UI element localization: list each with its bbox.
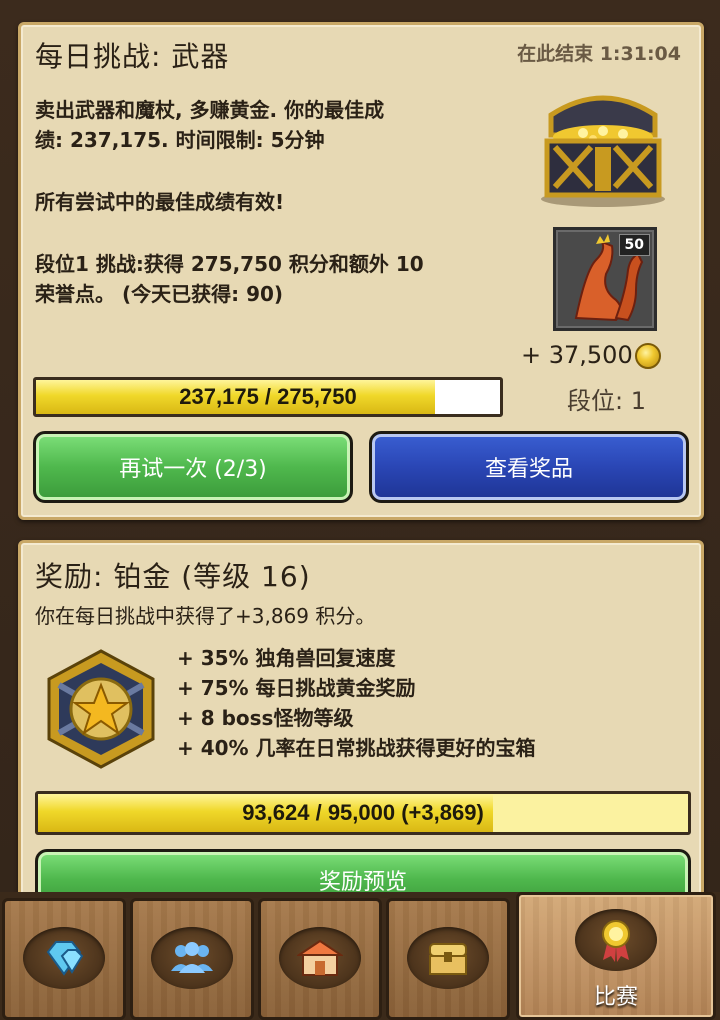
challenge-panel: 每日挑战: 武器 在此结束 1:31:04 卖出武器和魔杖, 多赚黄金. 你的最… bbox=[18, 22, 704, 520]
nav-tab-tournament[interactable]: 比赛 bbox=[516, 892, 716, 1020]
nav-tab-shop[interactable] bbox=[258, 898, 382, 1020]
shop-icon bbox=[297, 939, 343, 976]
treasure-chest-icon bbox=[541, 95, 665, 207]
bonus-item: + 35% 独角兽回复速度 bbox=[177, 646, 396, 670]
bonus-item: + 8 boss怪物等级 bbox=[177, 706, 354, 730]
nav-tab-gems[interactable] bbox=[2, 898, 126, 1020]
tier-line-1: 段位1 挑战:获得 275,750 积分和额外 10 bbox=[35, 252, 424, 276]
reward-progress-main: 93,624 / 95,000 bbox=[242, 800, 396, 825]
reward-progress-delta: (+3,869) bbox=[401, 800, 484, 825]
tier-challenge-text: 段位1 挑战:获得 275,750 积分和额外 10 荣誉点。 (今天已获得: … bbox=[35, 249, 424, 309]
description-line-2: 绩: 237,175. 时间限制: 5分钟 bbox=[35, 128, 325, 152]
platinum-star-medal-icon bbox=[47, 649, 155, 769]
gold-reward-amount: + 37,500 bbox=[521, 341, 633, 369]
challenge-progress-text: 237,175 / 275,750 bbox=[179, 384, 357, 409]
reward-progress-bar: 93,624 / 95,000 (+3,869) bbox=[35, 791, 691, 835]
gem-icon bbox=[46, 941, 84, 976]
nav-disc bbox=[151, 927, 233, 989]
reward-badge: 50 bbox=[618, 234, 650, 256]
challenge-timer: 在此结束 1:31:04 bbox=[517, 43, 681, 65]
bonus-item: + 75% 每日挑战黄金奖励 bbox=[177, 676, 416, 700]
nav-disc bbox=[279, 927, 361, 989]
nav-tab-label: 比赛 bbox=[593, 985, 638, 1010]
reward-panel: 奖励: 铂金 (等级 16) 你在每日挑战中获得了+3,869 积分。 + 35… bbox=[18, 540, 704, 909]
chest-icon bbox=[429, 943, 467, 975]
tier-label: 段位: 1 bbox=[567, 387, 646, 415]
reward-title: 奖励: 铂金 (等级 16) bbox=[35, 560, 311, 593]
medal-icon bbox=[602, 920, 630, 962]
gold-coin-icon bbox=[634, 343, 661, 369]
nav-disc bbox=[23, 927, 105, 989]
people-icon bbox=[171, 942, 213, 973]
retry-button[interactable]: 再试一次 (2/3) bbox=[33, 431, 353, 503]
challenge-description: 卖出武器和魔杖, 多赚黄金. 你的最佳成 绩: 237,175. 时间限制: 5… bbox=[35, 95, 384, 155]
bonus-list: + 35% 独角兽回复速度 + 75% 每日挑战黄金奖励 + 8 boss怪物等… bbox=[177, 643, 536, 763]
best-note: 所有尝试中的最佳成绩有效! bbox=[35, 190, 285, 214]
view-prizes-label: 查看奖品 bbox=[484, 457, 573, 482]
bonus-item: + 40% 几率在日常挑战获得更好的宝箱 bbox=[177, 736, 536, 760]
gold-reward: + 37,500 bbox=[521, 341, 661, 369]
description-line-1: 卖出武器和魔杖, 多赚黄金. 你的最佳成 bbox=[35, 98, 385, 122]
nav-disc bbox=[575, 909, 657, 971]
retry-label: 再试一次 (2/3) bbox=[119, 457, 267, 482]
challenge-progress-bar: 237,175 / 275,750 bbox=[33, 377, 503, 417]
earned-points-text: 你在每日挑战中获得了+3,869 积分。 bbox=[35, 604, 376, 628]
nav-disc bbox=[407, 927, 489, 989]
reward-progress-text: 93,624 / 95,000 (+3,869) bbox=[38, 794, 688, 832]
bottom-nav: 比赛 bbox=[0, 892, 720, 1020]
tier-line-2: 荣誉点。 (今天已获得: 90) bbox=[35, 282, 284, 306]
nav-tab-team[interactable] bbox=[130, 898, 254, 1020]
view-prizes-button[interactable]: 查看奖品 bbox=[369, 431, 689, 503]
dragon-trophy: 50 bbox=[553, 227, 657, 331]
challenge-title: 每日挑战: 武器 bbox=[35, 40, 230, 73]
nav-tab-chests[interactable] bbox=[386, 898, 510, 1020]
